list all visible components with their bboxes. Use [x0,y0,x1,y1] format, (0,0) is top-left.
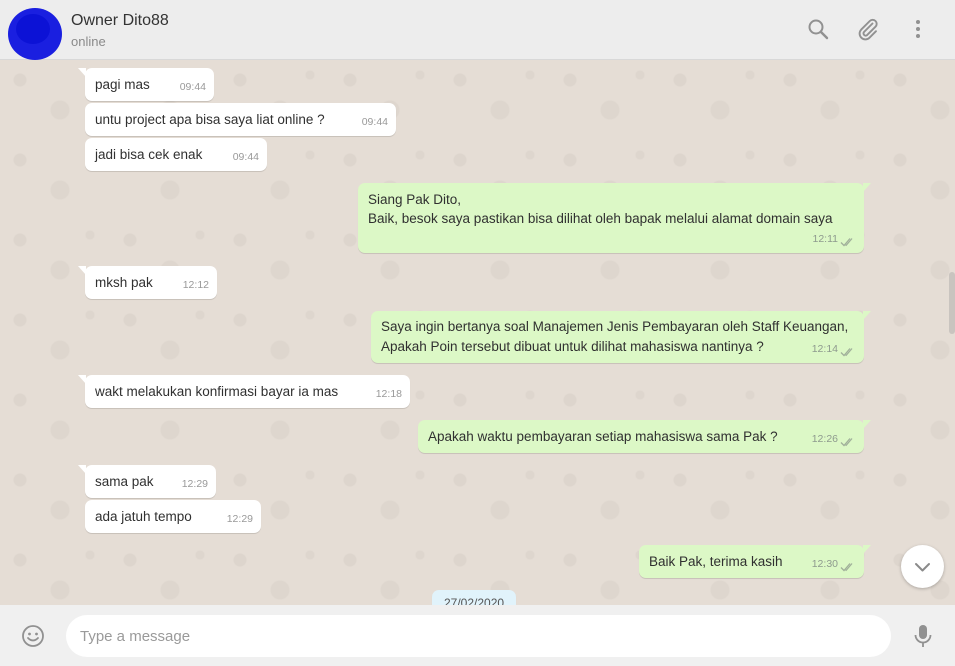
contact-status: online [71,34,106,49]
attach-icon[interactable] [856,17,880,41]
message-time: 12:29 [226,513,253,525]
chat-header: Owner Dito88 online [0,0,955,60]
message-outgoing[interactable]: Apakah waktu pembayaran setiap mahasiswa… [418,420,871,453]
contact-avatar[interactable] [8,8,62,60]
message-text: wakt melakukan konfirmasi bayar ia mas [95,384,339,399]
message-incoming[interactable]: wakt melakukan konfirmasi bayar ia mas 1… [78,375,410,408]
message-outgoing[interactable]: Saya ingin bertanya soal Manajemen Jenis… [371,311,871,363]
menu-icon[interactable] [906,17,930,41]
double-check-icon [840,438,853,447]
message-outgoing[interactable]: Siang Pak Dito, Baik, besok saya pastika… [358,183,871,253]
composer-bar [0,605,955,666]
message-time: 12:30 [811,558,838,570]
message-text-line: Siang Pak Dito, [368,192,462,207]
message-text: sama pak [95,474,154,489]
message-incoming[interactable]: sama pak 12:29 [78,465,216,498]
message-time: 09:44 [232,151,259,163]
message-time: 12:18 [375,388,402,400]
message-text: mksh pak [95,275,153,290]
message-text: Apakah waktu pembayaran setiap mahasiswa… [428,429,778,444]
double-check-icon [840,348,853,357]
message-text: untu project apa bisa saya liat online ? [95,112,325,127]
message-input[interactable] [66,615,891,657]
contact-name[interactable]: Owner Dito88 [71,12,169,30]
message-text-line: Apakah Poin tersebut dibuat untuk diliha… [381,339,764,354]
message-incoming[interactable]: jadi bisa cek enak 09:44 [85,138,267,171]
message-outgoing[interactable]: Baik Pak, terima kasih 12:30 [639,545,871,578]
scroll-down-button[interactable] [901,545,944,588]
message-time: 12:11 [812,233,839,245]
message-incoming[interactable]: untu project apa bisa saya liat online ?… [85,103,396,136]
message-time: 12:26 [811,433,838,445]
message-time: 12:14 [811,343,838,355]
microphone-icon[interactable] [912,623,934,649]
message-incoming[interactable]: mksh pak 12:12 [78,266,217,299]
message-incoming[interactable]: ada jatuh tempo 12:29 [85,500,261,533]
double-check-icon [840,238,853,247]
message-time: 12:12 [182,279,209,291]
double-check-icon [840,563,853,572]
chevron-down-icon [915,563,930,572]
message-text-line: Baik, besok saya pastikan bisa dilihat o… [368,211,833,226]
message-text: jadi bisa cek enak [95,147,203,162]
message-time: 09:44 [361,116,388,128]
message-time: 12:29 [181,478,208,490]
scrollbar[interactable] [949,272,955,334]
message-text: ada jatuh tempo [95,509,192,524]
message-text: Baik Pak, terima kasih [649,554,783,569]
message-time: 09:44 [179,81,206,93]
emoji-icon[interactable] [21,624,45,648]
message-text: pagi mas [95,77,150,92]
search-icon[interactable] [806,17,830,41]
message-text-line: Saya ingin bertanya soal Manajemen Jenis… [381,319,849,334]
message-incoming[interactable]: pagi mas 09:44 [78,68,214,101]
